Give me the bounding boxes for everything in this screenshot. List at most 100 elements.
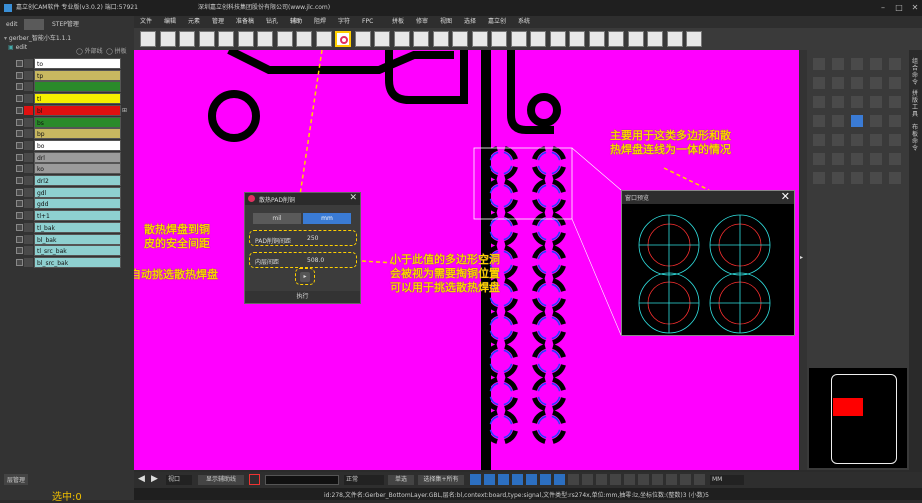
bottom-tool-icon[interactable] — [498, 474, 509, 485]
vert-tab-combine[interactable]: 组合命令 — [912, 58, 919, 86]
layer-color-swatch[interactable] — [24, 70, 33, 80]
toolbar-tool-icon[interactable] — [588, 31, 605, 47]
menu-item[interactable]: 编辑 — [164, 16, 176, 28]
toolbar-tool-icon[interactable] — [432, 31, 449, 47]
toolbar-tool-icon[interactable] — [393, 31, 410, 47]
unit-mil-tab[interactable]: mil — [253, 213, 301, 224]
tool-icon[interactable] — [832, 172, 844, 184]
snap-icon[interactable] — [249, 474, 260, 485]
menu-item[interactable]: 系统 — [518, 16, 530, 28]
tool-icon[interactable] — [851, 58, 863, 70]
menu-item[interactable]: 视图 — [440, 16, 452, 28]
tool-icon[interactable] — [889, 96, 901, 108]
bottom-tool-icon[interactable] — [694, 474, 705, 485]
layer-checkbox[interactable] — [16, 153, 23, 161]
toolbar-tool-icon[interactable] — [413, 31, 429, 47]
execute-button[interactable]: 执行 — [245, 291, 360, 303]
layer-color-swatch[interactable] — [24, 164, 33, 174]
bottom-tool-icon[interactable] — [526, 474, 537, 485]
tool-icon[interactable] — [832, 58, 844, 70]
layer-row[interactable]: ko — [0, 163, 134, 175]
layer-name[interactable]: bl_src_bak — [34, 256, 121, 268]
bottom-tool-icon[interactable] — [680, 474, 691, 485]
bottom-tool-icon[interactable] — [610, 474, 621, 485]
layer-color-swatch[interactable] — [24, 234, 33, 244]
layer-color-swatch[interactable] — [24, 199, 33, 209]
layer-name[interactable]: bp — [34, 128, 121, 140]
tool-icon[interactable] — [851, 172, 863, 184]
maximize-icon[interactable]: □ — [894, 3, 904, 13]
tree-root[interactable]: ▾ gerber_智能小车1.1.1 — [4, 33, 71, 42]
bottom-tool-icon[interactable] — [666, 474, 677, 485]
tab-step-label[interactable]: STEP管理 — [48, 19, 83, 30]
layer-color-swatch[interactable] — [24, 129, 33, 139]
layer-row[interactable]: tl — [0, 93, 134, 105]
toolbar-tool-icon[interactable] — [647, 31, 663, 47]
mode-dropdown[interactable]: 正常 — [344, 475, 384, 485]
layer-name[interactable]: bo — [34, 139, 121, 151]
unit-dropdown[interactable]: MM — [710, 475, 744, 485]
layer-color-swatch[interactable] — [24, 176, 33, 185]
bottom-tool-icon[interactable] — [624, 474, 635, 485]
layer-row[interactable]: bo — [0, 139, 134, 151]
toolbar-tool-icon[interactable] — [218, 31, 234, 47]
preview-window[interactable]: 窗口预览 ✕ — [621, 190, 795, 336]
layer-row[interactable]: gdd — [0, 198, 134, 210]
layer-name[interactable]: bs — [34, 116, 121, 128]
tool-icon[interactable] — [851, 115, 863, 127]
layer-checkbox[interactable] — [16, 106, 23, 114]
layer-color-swatch[interactable] — [24, 82, 33, 92]
tool-icon[interactable] — [889, 115, 901, 127]
bottom-tool-icon[interactable] — [568, 474, 579, 485]
tool-icon[interactable] — [813, 77, 825, 89]
bottom-tool-icon[interactable] — [596, 474, 607, 485]
layer-row[interactable]: tl+1 — [0, 210, 134, 222]
menu-item[interactable]: 选择 — [464, 16, 476, 28]
toolbar-tool-icon[interactable] — [452, 31, 468, 47]
tab-step-manage[interactable] — [24, 19, 44, 30]
prev-icon[interactable]: ◀ — [138, 474, 148, 485]
toolbar-tool-icon[interactable] — [627, 31, 644, 47]
layer-checkbox[interactable] — [16, 258, 23, 266]
viewport-dropdown[interactable]: 视口 — [166, 475, 192, 485]
guideline-button[interactable]: 显示辅助线 — [198, 475, 244, 485]
layer-name[interactable]: gdl — [34, 186, 121, 198]
layer-checkbox[interactable] — [16, 83, 23, 91]
layer-name[interactable]: tp — [34, 69, 121, 81]
menu-item[interactable]: 嘉立创 — [488, 16, 506, 28]
layer-name[interactable]: ko — [34, 163, 121, 175]
menu-item[interactable]: 修审 — [416, 16, 428, 28]
tool-icon[interactable] — [870, 115, 882, 127]
tool-icon[interactable] — [851, 77, 863, 89]
toolbar-tool-icon[interactable] — [510, 31, 527, 47]
tool-icon[interactable] — [832, 96, 844, 108]
layer-name[interactable]: drl — [34, 151, 121, 163]
menu-item[interactable]: 管理 — [212, 16, 224, 28]
layer-name[interactable]: tl_bak — [34, 221, 121, 233]
menu-item[interactable]: 元素 — [188, 16, 200, 28]
layer-color-swatch[interactable] — [24, 211, 33, 221]
toolbar-tool-icon[interactable] — [666, 31, 683, 47]
toolbar-tool-icon[interactable] — [237, 31, 254, 47]
tool-icon[interactable] — [889, 134, 901, 146]
layer-expand-icon[interactable]: ⊞ — [122, 107, 130, 115]
layer-manage-tab[interactable]: 层管理 — [4, 474, 29, 485]
toolbar-tool-icon[interactable] — [608, 31, 624, 47]
bottom-tool-icon[interactable] — [484, 474, 495, 485]
layer-checkbox[interactable] — [16, 130, 23, 138]
layer-name[interactable]: to — [34, 58, 121, 69]
pcb-canvas[interactable]: 散热焊盘到铜 皮的安全间距 自动挑选散热焊盘 小于此值的多边形空洞 会被视为需要… — [134, 50, 799, 470]
layer-checkbox[interactable] — [16, 200, 23, 208]
tool-icon[interactable] — [813, 153, 825, 165]
layer-name[interactable]: tl+1 — [34, 210, 121, 222]
close-icon[interactable]: ✕ — [910, 3, 920, 13]
layer-color-swatch[interactable] — [24, 59, 33, 68]
select-all-button[interactable]: 选择集+所有 — [418, 475, 464, 485]
coord-input[interactable] — [265, 475, 339, 485]
layer-color-swatch[interactable] — [24, 246, 33, 256]
menu-item[interactable]: 辅助 — [290, 16, 302, 28]
layer-checkbox[interactable] — [16, 247, 23, 255]
thermal-pad-dialog[interactable]: 散热PAD削铜 ✕ mil mm PAD削铜间距 250 内层间距 508.0 … — [244, 192, 361, 304]
tool-icon[interactable] — [832, 153, 844, 165]
layer-row[interactable] — [0, 81, 134, 93]
